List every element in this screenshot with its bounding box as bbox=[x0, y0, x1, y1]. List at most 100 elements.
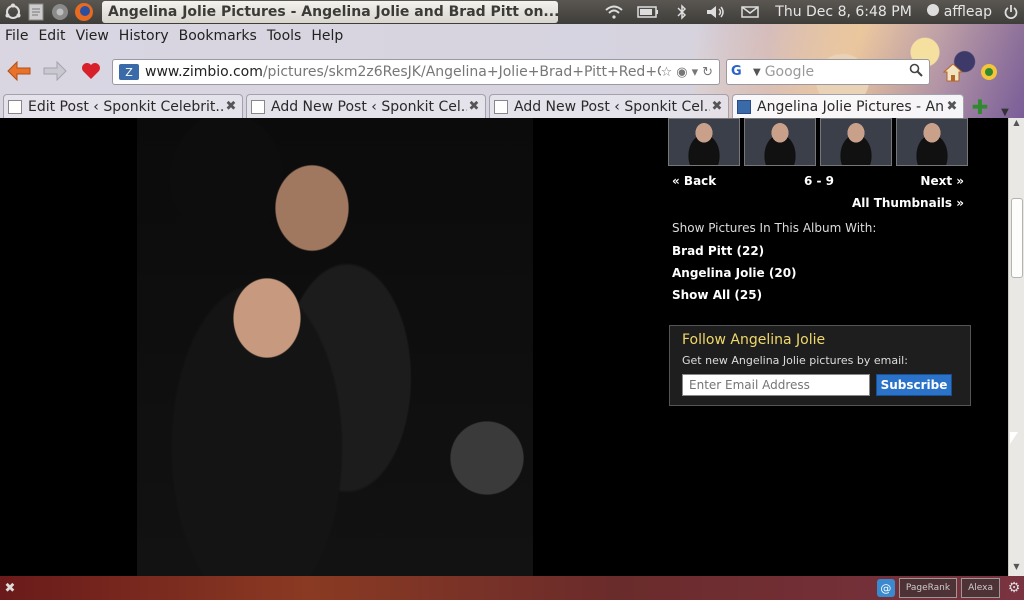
window-title: Angelina Jolie Pictures - Angelina Jolie… bbox=[108, 4, 558, 20]
thumbnail[interactable] bbox=[744, 118, 816, 166]
tab-edit-post[interactable]: Edit Post ‹ Sponkit Celebrit... ✖ bbox=[3, 94, 243, 118]
page-range: 6 - 9 bbox=[804, 174, 835, 188]
follow-description: Get new Angelina Jolie pictures by email… bbox=[682, 354, 908, 367]
new-tab-plus-icon[interactable]: ✚ bbox=[968, 95, 992, 118]
battery-icon[interactable] bbox=[631, 6, 665, 18]
bookmark-star-icon[interactable]: ☆ bbox=[661, 65, 673, 80]
gallery-pager: « Back 6 - 9 Next » bbox=[672, 174, 964, 190]
search-icon[interactable] bbox=[909, 63, 923, 81]
tab-favicon-icon bbox=[251, 99, 265, 114]
user-name: affleap bbox=[943, 4, 992, 20]
url-path: /pictures/skm2z6ResJK/Angelina+Jolie+Bra… bbox=[262, 64, 661, 80]
filter-heading: Show Pictures In This Album With: bbox=[672, 221, 877, 235]
pagerank-addon[interactable]: PageRank bbox=[898, 578, 958, 598]
user-status-icon bbox=[926, 3, 940, 21]
text-editor-launcher-icon[interactable] bbox=[24, 1, 48, 23]
tab-close-icon[interactable]: ✖ bbox=[710, 99, 724, 114]
extension-icon[interactable] bbox=[976, 59, 1002, 85]
tab-close-icon[interactable]: ✖ bbox=[945, 99, 959, 114]
chromium-launcher-icon[interactable] bbox=[48, 1, 72, 23]
status-bar: ✖ @ PageRank Alexa ⚙ bbox=[0, 576, 1024, 600]
menu-bookmarks[interactable]: Bookmarks bbox=[174, 26, 262, 48]
clock[interactable]: Thu Dec 8, 6:48 PM bbox=[767, 4, 920, 20]
tab-label: Angelina Jolie Pictures - An... bbox=[757, 98, 945, 115]
search-engine-dropdown-icon[interactable]: ▼ bbox=[753, 67, 761, 78]
subscribe-button[interactable]: Subscribe bbox=[876, 374, 952, 396]
email-field[interactable] bbox=[682, 374, 870, 396]
vertical-scrollbar[interactable]: ▲ ▼ bbox=[1008, 118, 1024, 576]
menu-view[interactable]: View bbox=[71, 26, 114, 48]
tab-close-icon[interactable]: ✖ bbox=[224, 99, 238, 114]
addon-bar: @ PageRank Alexa ⚙ bbox=[876, 576, 1024, 600]
search-bar[interactable]: G ▼ Google bbox=[726, 59, 930, 85]
forward-arrow-icon[interactable] bbox=[40, 58, 70, 84]
tab-favicon-icon bbox=[737, 99, 751, 114]
heart-bookmark-icon[interactable] bbox=[76, 58, 106, 84]
addon-at-icon[interactable]: @ bbox=[876, 579, 895, 597]
site-favicon-icon: Z bbox=[119, 64, 139, 80]
menu-edit[interactable]: Edit bbox=[33, 26, 70, 48]
wifi-icon[interactable] bbox=[597, 5, 631, 19]
filter-angelina-jolie-link[interactable]: Angelina Jolie (20) bbox=[672, 266, 797, 288]
gear-icon[interactable]: ⚙ bbox=[1004, 580, 1024, 596]
follow-box: Follow Angelina Jolie Get new Angelina J… bbox=[669, 325, 971, 406]
menu-help[interactable]: Help bbox=[306, 26, 348, 48]
browser-chrome: File Edit View History Bookmarks Tools H… bbox=[0, 24, 1024, 118]
volume-icon[interactable] bbox=[699, 5, 733, 19]
menu-history[interactable]: History bbox=[114, 26, 174, 48]
tab-label: Add New Post ‹ Sponkit Cel... bbox=[271, 98, 467, 115]
filter-show-all-link[interactable]: Show All (25) bbox=[672, 288, 797, 310]
system-top-panel: Angelina Jolie Pictures - Angelina Jolie… bbox=[0, 0, 1024, 24]
close-addon-bar-icon[interactable]: ✖ bbox=[0, 581, 20, 596]
url-history-dropdown-icon[interactable]: ▾ bbox=[692, 65, 699, 80]
all-thumbnails-link[interactable]: All Thumbnails » bbox=[760, 196, 964, 210]
menu-tools[interactable]: Tools bbox=[262, 26, 307, 48]
tab-label: Add New Post ‹ Sponkit Cel... bbox=[514, 98, 710, 115]
search-placeholder: Google bbox=[764, 64, 815, 80]
tab-list-dropdown-icon[interactable]: ▼ bbox=[996, 107, 1014, 118]
thumbnail-strip bbox=[668, 118, 968, 166]
indicator-area: Thu Dec 8, 6:48 PM affleap bbox=[597, 0, 1024, 24]
google-engine-icon[interactable]: G bbox=[731, 64, 749, 80]
back-link[interactable]: « Back bbox=[672, 174, 716, 188]
reload-icon[interactable]: ↻ bbox=[702, 65, 713, 80]
page-content: « Back 6 - 9 Next » All Thumbnails » Sho… bbox=[0, 118, 1008, 576]
url-domain: www.zimbio.com bbox=[145, 64, 263, 80]
tab-add-new-post-1[interactable]: Add New Post ‹ Sponkit Cel... ✖ bbox=[246, 94, 486, 118]
filter-brad-pitt-link[interactable]: Brad Pitt (22) bbox=[672, 244, 797, 266]
mail-icon[interactable] bbox=[733, 6, 767, 18]
user-menu[interactable]: affleap bbox=[920, 3, 998, 21]
thumbnail[interactable] bbox=[820, 118, 892, 166]
alexa-addon[interactable]: Alexa bbox=[961, 578, 1000, 598]
power-icon[interactable] bbox=[998, 5, 1024, 19]
back-arrow-icon[interactable] bbox=[4, 58, 34, 84]
follow-title: Follow Angelina Jolie bbox=[682, 332, 826, 348]
scrollbar-thumb[interactable] bbox=[1011, 198, 1023, 278]
tab-bar: Edit Post ‹ Sponkit Celebrit... ✖ Add Ne… bbox=[0, 92, 1024, 118]
navigation-toolbar: Z www.zimbio.com/pictures/skm2z6ResJK/An… bbox=[0, 56, 1024, 88]
thumbnail[interactable] bbox=[668, 118, 740, 166]
next-link[interactable]: Next » bbox=[920, 174, 964, 188]
tab-favicon-icon bbox=[8, 99, 22, 114]
tab-favicon-icon bbox=[494, 99, 508, 114]
window-title-bar: Angelina Jolie Pictures - Angelina Jolie… bbox=[102, 1, 558, 23]
url-text[interactable]: www.zimbio.com/pictures/skm2z6ResJK/Ange… bbox=[145, 64, 661, 80]
thumbnail[interactable] bbox=[896, 118, 968, 166]
bluetooth-icon[interactable] bbox=[665, 4, 699, 20]
page-info-icon[interactable]: ◉ bbox=[676, 65, 687, 80]
firefox-launcher-icon[interactable] bbox=[72, 1, 96, 23]
scroll-down-icon[interactable]: ▼ bbox=[1009, 562, 1024, 576]
menu-bar: File Edit View History Bookmarks Tools H… bbox=[0, 26, 348, 48]
tab-add-new-post-2[interactable]: Add New Post ‹ Sponkit Cel... ✖ bbox=[489, 94, 729, 118]
main-photo[interactable] bbox=[137, 118, 533, 576]
tab-label: Edit Post ‹ Sponkit Celebrit... bbox=[28, 98, 224, 115]
menu-file[interactable]: File bbox=[0, 26, 33, 48]
filter-list: Brad Pitt (22) Angelina Jolie (20) Show … bbox=[672, 244, 797, 310]
url-bar[interactable]: Z www.zimbio.com/pictures/skm2z6ResJK/An… bbox=[112, 59, 720, 85]
home-icon[interactable] bbox=[940, 59, 966, 85]
tab-angelina-jolie-pictures[interactable]: Angelina Jolie Pictures - An... ✖ bbox=[732, 94, 964, 118]
ubuntu-logo-icon[interactable] bbox=[2, 1, 24, 23]
scroll-up-icon[interactable]: ▲ bbox=[1009, 118, 1024, 132]
tab-close-icon[interactable]: ✖ bbox=[467, 99, 481, 114]
mouse-cursor-icon bbox=[1010, 432, 1018, 444]
